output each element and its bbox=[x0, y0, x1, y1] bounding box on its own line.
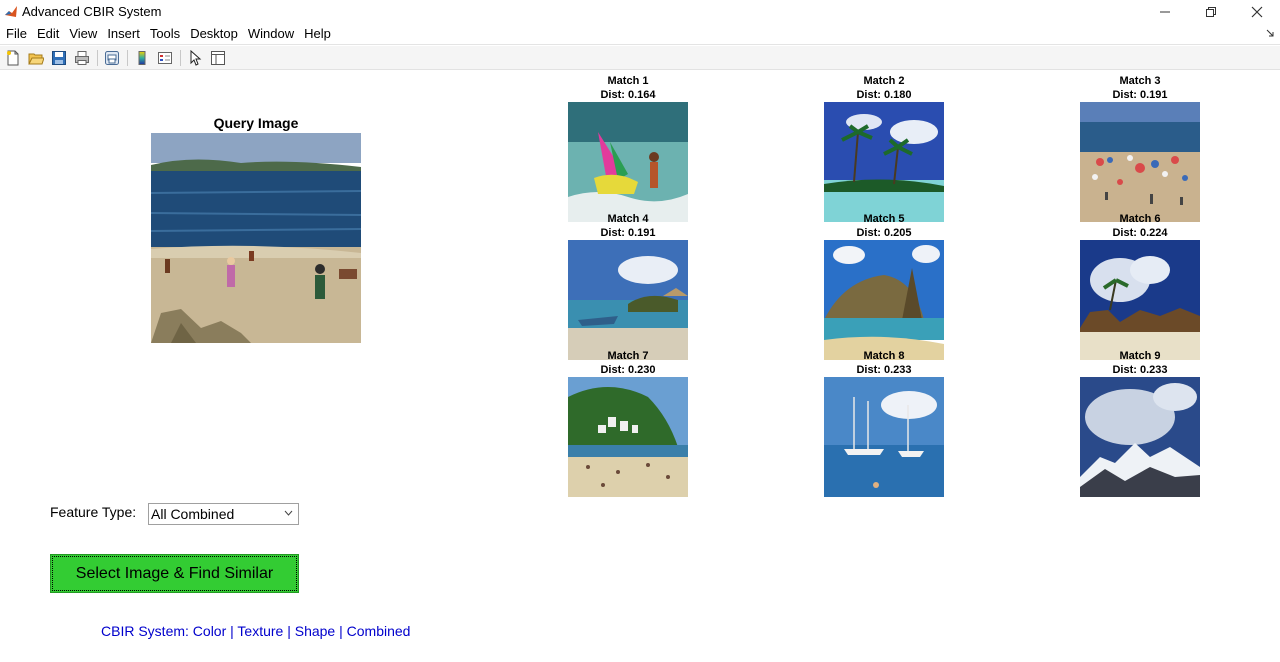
property-inspector-button[interactable] bbox=[207, 48, 229, 68]
cbir-info-text: CBIR System: Color | Texture | Shape | C… bbox=[101, 623, 411, 639]
toolbar-separator bbox=[127, 49, 128, 66]
new-figure-icon bbox=[7, 50, 19, 65]
match-image bbox=[568, 377, 688, 497]
minimize-button[interactable] bbox=[1142, 0, 1188, 23]
match-image bbox=[824, 377, 944, 497]
match-image bbox=[568, 240, 688, 360]
match-title: Match 1 bbox=[607, 75, 649, 87]
legend-icon bbox=[158, 51, 172, 64]
match-image bbox=[824, 102, 944, 222]
close-button[interactable] bbox=[1234, 0, 1280, 23]
select-image-find-similar-button[interactable]: Select Image & Find Similar bbox=[50, 554, 299, 593]
window-controls bbox=[1142, 0, 1280, 23]
feature-type-value: All Combined bbox=[151, 506, 235, 522]
chevron-down-icon bbox=[284, 510, 293, 516]
match-4: Match 4 Dist: 0.191 bbox=[558, 212, 698, 360]
match-9: Match 9 Dist: 0.233 bbox=[1070, 349, 1210, 497]
match-distance: Dist: 0.164 bbox=[600, 89, 656, 101]
match-5: Match 5 Dist: 0.205 bbox=[814, 212, 954, 360]
match-distance: Dist: 0.233 bbox=[856, 364, 912, 376]
match-distance: Dist: 0.205 bbox=[856, 227, 912, 239]
match-image bbox=[1080, 377, 1200, 497]
match-title: Match 3 bbox=[1119, 75, 1161, 87]
menu-view[interactable]: View bbox=[64, 26, 102, 41]
maximize-icon bbox=[1206, 6, 1216, 17]
match-image bbox=[568, 102, 688, 222]
property-inspector-icon bbox=[211, 50, 225, 65]
toolbar-separator bbox=[180, 49, 181, 66]
new-figure-button[interactable] bbox=[2, 48, 24, 68]
menu-file[interactable]: File bbox=[0, 26, 32, 41]
match-image bbox=[824, 240, 944, 360]
match-distance: Dist: 0.180 bbox=[856, 89, 912, 101]
match-distance: Dist: 0.191 bbox=[600, 227, 656, 239]
colorbar-icon bbox=[138, 50, 146, 65]
match-2: Match 2 Dist: 0.180 bbox=[814, 74, 954, 222]
match-8: Match 8 Dist: 0.233 bbox=[814, 349, 954, 497]
menu-window[interactable]: Window bbox=[243, 26, 299, 41]
feature-type-dropdown[interactable]: All Combined bbox=[148, 503, 299, 525]
menu-desktop[interactable]: Desktop bbox=[185, 26, 243, 41]
matlab-logo-icon bbox=[4, 4, 18, 19]
match-title: Match 2 bbox=[863, 75, 905, 87]
menu-bar: File Edit View Insert Tools Desktop Wind… bbox=[0, 23, 1280, 45]
toolbar-separator bbox=[97, 49, 98, 66]
pointer-button[interactable] bbox=[184, 48, 206, 68]
menu-edit[interactable]: Edit bbox=[32, 26, 64, 41]
dock-arrow-icon[interactable] bbox=[1266, 29, 1274, 37]
open-file-icon bbox=[28, 53, 44, 64]
pointer-icon bbox=[190, 49, 202, 66]
print-preview-button[interactable] bbox=[101, 48, 123, 68]
figure-canvas: Query Image Match 1 Dist: 0.164 Match 2 … bbox=[0, 71, 1280, 662]
match-1: Match 1 Dist: 0.164 bbox=[558, 74, 698, 222]
maximize-button[interactable] bbox=[1188, 0, 1234, 23]
query-image-title: Query Image bbox=[213, 115, 299, 131]
colorbar-button[interactable] bbox=[131, 48, 153, 68]
match-distance: Dist: 0.224 bbox=[1112, 227, 1168, 239]
legend-button[interactable] bbox=[154, 48, 176, 68]
match-distance: Dist: 0.230 bbox=[600, 364, 656, 376]
menu-insert[interactable]: Insert bbox=[102, 26, 145, 41]
print-button[interactable] bbox=[71, 48, 93, 68]
match-3: Match 3 Dist: 0.191 bbox=[1070, 74, 1210, 222]
match-title: Match 8 bbox=[863, 350, 905, 362]
match-image bbox=[1080, 240, 1200, 360]
title-bar: Advanced CBIR System bbox=[0, 0, 1280, 23]
match-distance: Dist: 0.233 bbox=[1112, 364, 1168, 376]
match-distance: Dist: 0.191 bbox=[1112, 89, 1168, 101]
minimize-icon bbox=[1160, 11, 1170, 12]
query-image bbox=[151, 133, 361, 343]
match-6: Match 6 Dist: 0.224 bbox=[1070, 212, 1210, 360]
match-title: Match 5 bbox=[863, 213, 905, 225]
figure-toolbar bbox=[0, 46, 1280, 70]
save-icon bbox=[52, 50, 66, 65]
window-title: Advanced CBIR System bbox=[22, 4, 162, 19]
print-preview-icon bbox=[105, 50, 119, 65]
match-title: Match 9 bbox=[1119, 350, 1161, 362]
save-button[interactable] bbox=[48, 48, 70, 68]
menu-help[interactable]: Help bbox=[299, 26, 336, 41]
print-icon bbox=[75, 50, 89, 65]
close-icon bbox=[1251, 6, 1263, 17]
match-title: Match 4 bbox=[607, 213, 649, 225]
feature-type-label: Feature Type: bbox=[50, 504, 137, 520]
match-title: Match 6 bbox=[1119, 213, 1161, 225]
match-image bbox=[1080, 102, 1200, 222]
open-file-button[interactable] bbox=[25, 48, 47, 68]
match-title: Match 7 bbox=[607, 350, 649, 362]
match-7: Match 7 Dist: 0.230 bbox=[558, 349, 698, 497]
menu-tools[interactable]: Tools bbox=[145, 26, 185, 41]
